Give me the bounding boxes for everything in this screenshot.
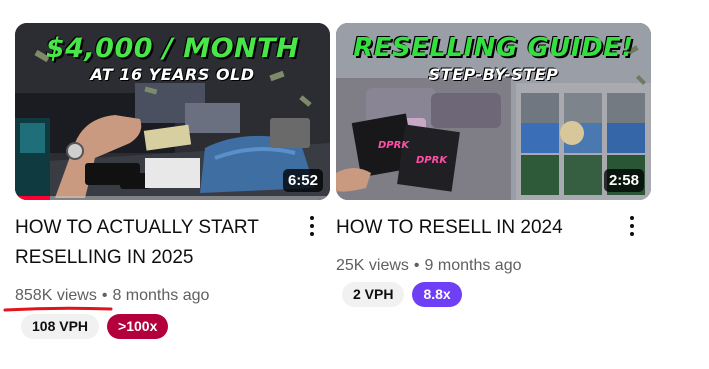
more-vert-icon xyxy=(630,216,634,220)
stats-badges: 108 VPH >100x xyxy=(21,314,169,339)
duration-badge: 2:58 xyxy=(603,169,644,192)
outlier-ratio-badge: >100x xyxy=(107,314,169,339)
more-options-button[interactable] xyxy=(303,211,321,241)
duration-badge: 6:52 xyxy=(282,169,323,192)
vph-badge: 108 VPH xyxy=(21,314,100,339)
vph-badge: 2 VPH xyxy=(342,282,405,307)
upload-age: 9 months ago xyxy=(424,257,522,274)
more-vert-icon xyxy=(630,232,634,236)
view-count: 25K views xyxy=(336,257,409,274)
outlier-ratio-badge: 8.8x xyxy=(412,282,462,307)
more-vert-icon xyxy=(310,224,314,228)
thumbnail-subline: AT 16 YEARS OLD xyxy=(90,65,255,84)
view-count: 858K views xyxy=(15,287,97,304)
watch-progress-bar xyxy=(15,196,330,200)
views-annotation-underline xyxy=(3,306,113,312)
upload-age: 8 months ago xyxy=(112,287,210,304)
more-options-button[interactable] xyxy=(623,211,641,241)
video-card[interactable]: DPRK DPRK RESELLING GUIDE! STEP-BY-STEP … xyxy=(336,23,652,307)
video-thumbnail[interactable]: $4,000 / MONTH AT 16 YEARS OLD 6:52 xyxy=(15,23,330,200)
video-card[interactable]: $4,000 / MONTH AT 16 YEARS OLD 6:52 HOW … xyxy=(3,23,331,339)
svg-text:DPRK: DPRK xyxy=(378,140,410,151)
video-metadata: 858K views • 8 months ago xyxy=(15,287,209,305)
video-thumbnail[interactable]: DPRK DPRK RESELLING GUIDE! STEP-BY-STEP … xyxy=(336,23,651,200)
more-vert-icon xyxy=(310,216,314,220)
video-title[interactable]: HOW TO ACTUALLY START RESELLING IN 2025 xyxy=(15,213,295,273)
stats-badges: 2 VPH 8.8x xyxy=(342,282,462,307)
meta-separator: • xyxy=(413,257,420,274)
watch-progress-fill xyxy=(15,196,50,200)
more-vert-icon xyxy=(630,224,634,228)
video-title[interactable]: HOW TO RESELL IN 2024 xyxy=(336,213,616,243)
thumbnail-headline: RESELLING GUIDE! xyxy=(353,33,634,63)
more-vert-icon xyxy=(310,232,314,236)
meta-separator: • xyxy=(101,287,108,304)
thumbnail-subline: STEP-BY-STEP xyxy=(428,65,559,84)
video-metadata: 25K views • 9 months ago xyxy=(336,257,521,275)
svg-text:DPRK: DPRK xyxy=(416,155,448,166)
thumbnail-headline: $4,000 / MONTH xyxy=(45,33,300,64)
